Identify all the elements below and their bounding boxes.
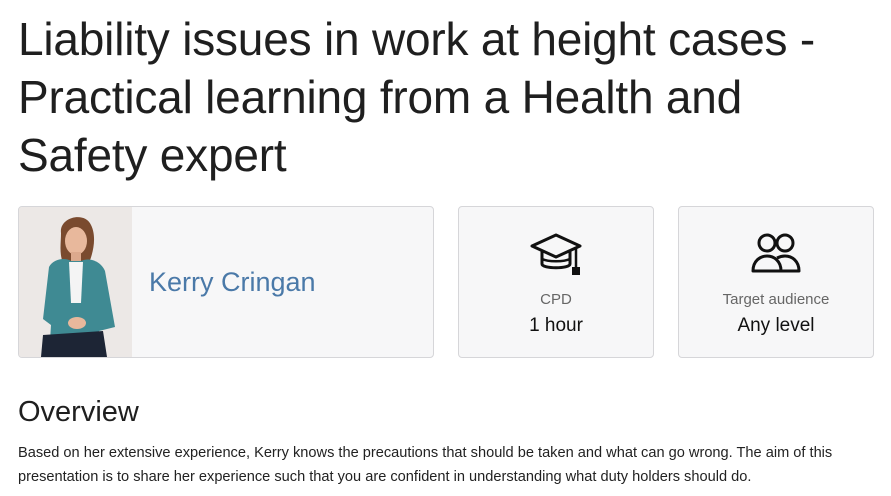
cpd-label: CPD — [540, 291, 572, 308]
speaker-name-link[interactable]: Kerry Cringan — [132, 207, 316, 357]
overview-heading: Overview — [18, 396, 139, 428]
cpd-card: CPD 1 hour — [458, 206, 654, 358]
speaker-card[interactable]: Kerry Cringan — [18, 206, 434, 358]
speaker-photo — [19, 207, 132, 357]
users-icon — [751, 233, 801, 273]
audience-card: Target audience Any level — [678, 206, 874, 358]
cpd-value: 1 hour — [529, 315, 583, 336]
audience-label: Target audience — [722, 291, 830, 308]
course-title: Liability issues in work at height cases… — [18, 13, 815, 181]
course-page: Liability issues in work at height cases… — [0, 0, 891, 496]
overview-text: Based on her extensive experience, Kerry… — [18, 445, 833, 485]
audience-value: Any level — [737, 315, 815, 336]
graduation-cap-icon — [530, 233, 582, 275]
